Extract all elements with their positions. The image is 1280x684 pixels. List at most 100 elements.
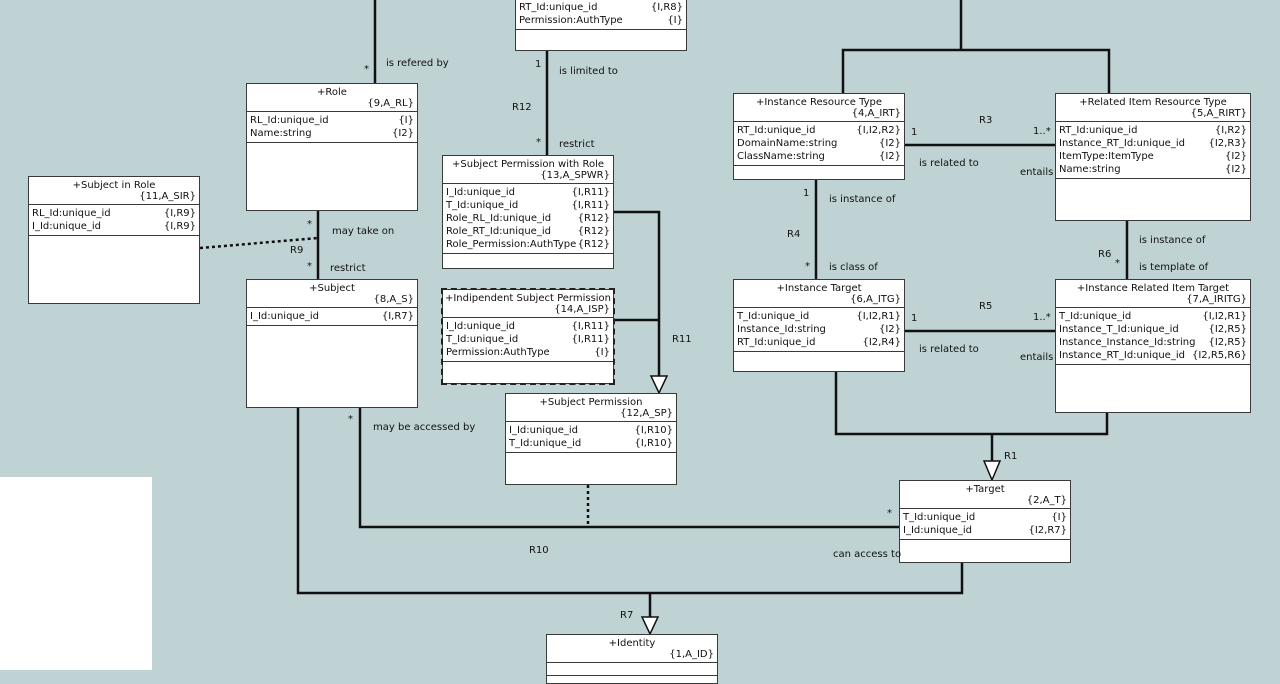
attribute-row: RL_Id:unique_id {I} [250, 114, 414, 127]
diagram-canvas[interactable]: RT_Id:unique_id {I,R8} Permission:AuthType… [0, 0, 1280, 684]
attribute-name: T_Id:unique_id [509, 438, 582, 449]
attribute-row: RT_Id:unique_id {I,I2,R2} [737, 124, 901, 137]
mult-many-r3: 1..* [1033, 126, 1051, 137]
class-id: {12,A_SP} [620, 408, 673, 419]
class-name: +Subject [309, 283, 355, 294]
attribute-ref: {I2} [1224, 164, 1247, 175]
class-id: {11,A_SIR} [139, 191, 196, 202]
attribute-name: ItemType:ItemType [1059, 151, 1154, 162]
attribute-name: I_Id:unique_id [509, 425, 579, 436]
mult-target: * [887, 508, 892, 519]
label-is-refered-by: is refered by [386, 58, 449, 69]
class-name: +Instance Target [776, 283, 862, 294]
class-subject-permission-with-role[interactable]: +Subject Permission with Role {13,A_SPWR}… [442, 155, 614, 269]
label-can-access-to: can access to [833, 549, 902, 560]
class-id: {6,A_ITG} [850, 294, 901, 305]
attribute-ref: {I,R11} [571, 334, 610, 345]
attribute-ref: {I,R10} [634, 425, 673, 436]
attribute-row: I_Id:unique_id {I,R7} [250, 310, 414, 323]
attribute-name: I_Id:unique_id [446, 187, 516, 198]
class-target[interactable]: +Target {2,A_T} T_Id:unique_id {I} I_Id:uniq… [899, 480, 1071, 563]
attribute-name: T_Id:unique_id [737, 311, 810, 322]
attribute-row: T_Id:unique_id {I,I2,R1} [737, 310, 901, 323]
attribute-ref: {R12} [577, 226, 610, 237]
attribute-name: Role_RT_Id:unique_id [446, 226, 551, 237]
class-instance-target[interactable]: +Instance Target {6,A_ITG} T_Id:unique_id {… [733, 279, 905, 372]
class-id: {13,A_SPWR} [540, 170, 610, 181]
attribute-name: T_Id:unique_id [446, 334, 519, 345]
attribute-row: Name:string {I2} [1059, 163, 1247, 176]
attribute-ref: {I2} [878, 151, 901, 162]
class-independent-subject-permission[interactable]: +Indipendent Subject Permission {14,A_ISP… [441, 288, 615, 385]
attribute-ref: {R12} [577, 213, 610, 224]
attribute-row: Instance_Id:string {I2} [737, 323, 901, 336]
attribute-ref: {I} [667, 15, 683, 26]
attribute-name: DomainName:string [737, 138, 838, 149]
attribute-ref: {I,I2,R1} [1202, 311, 1247, 322]
attribute-name: Role_Permission:AuthType [446, 239, 577, 250]
class-instance-resource-type[interactable]: +Instance Resource Type {4,A_IRT} RT_Id:un… [733, 93, 905, 180]
class-attributes: I_Id:unique_id {I,R10} T_Id:unique_id {I,R1… [506, 421, 676, 453]
attribute-name: Permission:AuthType [519, 15, 623, 26]
class-subject-permission[interactable]: +Subject Permission {12,A_SP} I_Id:unique_… [505, 393, 677, 485]
class-attributes: I_Id:unique_id {I,R11} T_Id:unique_id {I,R1… [443, 317, 613, 362]
attribute-name: T_Id:unique_id [446, 200, 519, 211]
attribute-row: I_Id:unique_id {I,R11} [446, 186, 610, 199]
attribute-name: Instance_Id:string [737, 324, 826, 335]
class-identity[interactable]: +Identity {1,A_ID} [546, 634, 718, 684]
attribute-ref: {I2,R5} [1208, 324, 1247, 335]
attribute-name: Name:string [1059, 164, 1121, 175]
label-is-related-to-r3: is related to [919, 158, 979, 169]
attribute-ref: {I2} [878, 138, 901, 149]
label-is-template-of: is template of [1139, 262, 1209, 273]
attribute-ref: {I} [594, 347, 610, 358]
attribute-ref: {I,R9} [163, 208, 196, 219]
mult-r4: * [805, 261, 810, 272]
attribute-name: RT_Id:unique_id [737, 125, 816, 136]
class-attributes: T_Id:unique_id {I} I_Id:unique_id {I2,R7} [900, 508, 1070, 540]
class-attributes: RL_Id:unique_id {I} Name:string {I2} [247, 111, 417, 143]
class-rt-top[interactable]: RT_Id:unique_id {I,R8} Permission:AuthType… [515, 0, 687, 51]
class-role[interactable]: +Role {9,A_RL} RL_Id:unique_id {I} Name:stri… [246, 83, 418, 211]
attribute-ref: {I2} [878, 324, 901, 335]
attribute-ref: {I} [1051, 512, 1067, 523]
attribute-ref: {I,I2,R2} [856, 125, 901, 136]
attribute-row: T_Id:unique_id {I,I2,R1} [1059, 310, 1247, 323]
attribute-name: RL_Id:unique_id [32, 208, 111, 219]
label-may-be-accessed-by: may be accessed by [373, 422, 476, 433]
attribute-ref: {I2,R5,R6} [1191, 350, 1247, 361]
class-subject[interactable]: +Subject {8,A_S} I_Id:unique_id {I,R7} [246, 279, 418, 408]
attribute-ref: {I,R11} [571, 200, 610, 211]
attribute-name: Instance_RT_Id:unique_id [1059, 350, 1185, 361]
class-attributes [547, 662, 717, 676]
attribute-row: RT_Id:unique_id {I2,R4} [737, 336, 901, 349]
attribute-ref: {R12} [577, 239, 610, 250]
class-attributes: T_Id:unique_id {I,I2,R1} Instance_Id:strin… [734, 307, 904, 352]
class-instance-related-item-target[interactable]: +Instance Related Item Target {7,A_IRITG}… [1055, 279, 1251, 413]
mult-many-r5: 1..* [1033, 312, 1051, 323]
attribute-name: RL_Id:unique_id [250, 115, 329, 126]
attribute-row: I_Id:unique_id {I,R11} [446, 320, 610, 333]
label-r4: R4 [787, 229, 801, 240]
attribute-ref: {I,R8} [650, 2, 683, 13]
attribute-ref: {I2} [391, 128, 414, 139]
mult-role-bottom: * [307, 219, 312, 230]
class-name: +Subject Permission [539, 397, 643, 408]
label-r12: R12 [512, 102, 532, 113]
label-r10: R10 [529, 545, 549, 556]
attribute-row: Instance_RT_Id:unique_id {I2,R3} [1059, 137, 1247, 150]
class-attributes: I_Id:unique_id {I,R7} [247, 307, 417, 326]
label-is-instance-of-r4: is instance of [829, 194, 896, 205]
attribute-ref: {I,R2} [1214, 125, 1247, 136]
attribute-row: Instance_RT_Id:unique_id {I2,R5,R6} [1059, 349, 1247, 362]
class-subject-in-role[interactable]: +Subject in Role {11,A_SIR} RL_Id:unique_i… [28, 176, 200, 304]
attribute-name: Role_RL_Id:unique_id [446, 213, 552, 224]
attribute-row: Role_RL_Id:unique_id {R12} [446, 212, 610, 225]
attribute-name: Name:string [250, 128, 312, 139]
attribute-row: I_Id:unique_id {I,R9} [32, 220, 196, 233]
label-entails-r5: entails [1020, 352, 1054, 363]
label-r5: R5 [979, 301, 993, 312]
attribute-name: I_Id:unique_id [250, 311, 320, 322]
class-related-item-resource-type[interactable]: +Related Item Resource Type {5,A_RIRT} RT_… [1055, 93, 1251, 221]
mult-one-r5: 1 [911, 313, 918, 324]
